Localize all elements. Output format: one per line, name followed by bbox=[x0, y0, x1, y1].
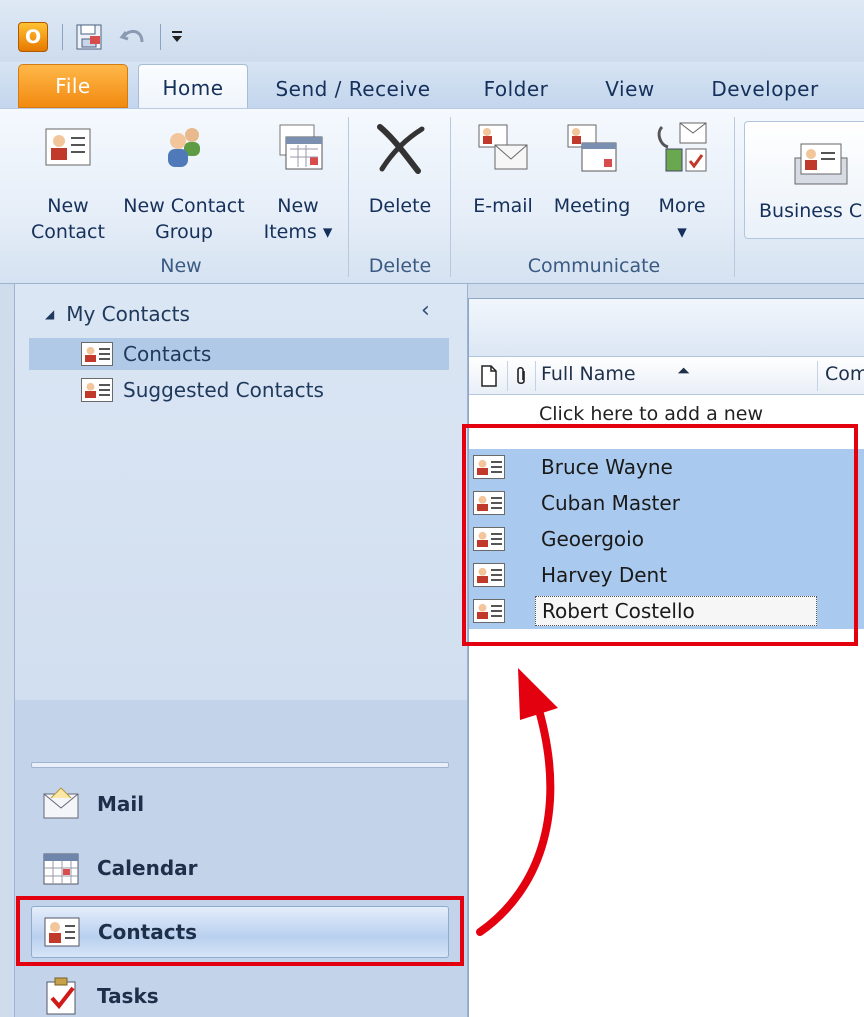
ribbon-separator bbox=[348, 117, 349, 277]
email-label: E-mail bbox=[473, 195, 533, 217]
search-strip[interactable] bbox=[469, 299, 864, 357]
ribbon-separator bbox=[450, 117, 451, 277]
outlook-logo-icon[interactable] bbox=[18, 22, 48, 52]
tab-view[interactable]: View bbox=[590, 70, 670, 108]
save-icon[interactable] bbox=[74, 22, 104, 52]
nav-buttons-area: Mail Calendar Contacts Tasks bbox=[15, 700, 467, 1017]
ribbon-separator bbox=[734, 117, 735, 277]
sort-ascending-icon: ⏶ bbox=[677, 361, 690, 380]
new-contact-button[interactable]: New Contact bbox=[22, 119, 114, 245]
customize-arrow-icon[interactable] bbox=[170, 30, 184, 44]
delete-label: Delete bbox=[368, 195, 432, 217]
attachment-column-icon[interactable] bbox=[513, 365, 529, 387]
column-divider[interactable] bbox=[817, 361, 818, 391]
ribbon: New Contact New Contact Group New Items … bbox=[0, 108, 864, 284]
mail-envelope-icon bbox=[43, 787, 79, 819]
folder-suggested-contacts[interactable]: Suggested Contacts bbox=[29, 374, 449, 406]
my-contacts-header[interactable]: ◢ My Contacts bbox=[45, 302, 190, 326]
column-divider[interactable] bbox=[507, 361, 508, 391]
tasks-clipboard-icon bbox=[46, 977, 76, 1015]
column-divider[interactable] bbox=[535, 361, 536, 391]
quick-access-toolbar bbox=[0, 0, 864, 62]
meeting-icon bbox=[567, 124, 617, 172]
group-new: New Contact New Contact Group New Items … bbox=[14, 109, 348, 285]
nav-mail-label: Mail bbox=[97, 792, 145, 816]
email-button[interactable]: E-mail bbox=[462, 119, 544, 219]
ribbon-tabs: File Home Send / Receive Folder View Dev… bbox=[0, 62, 864, 110]
tab-home[interactable]: Home bbox=[138, 64, 248, 110]
tab-send-receive[interactable]: Send / Receive bbox=[268, 70, 438, 108]
undo-icon[interactable] bbox=[118, 22, 148, 52]
group-delete-label: Delete bbox=[368, 255, 432, 277]
folder-contacts-label: Contacts bbox=[123, 342, 212, 366]
email-icon bbox=[478, 124, 528, 170]
add-new-contact-row[interactable]: Click here to add a new bbox=[539, 403, 763, 425]
nav-splitter[interactable] bbox=[31, 762, 449, 768]
folder-contacts[interactable]: Contacts bbox=[29, 338, 449, 370]
meeting-button[interactable]: Meeting bbox=[546, 119, 638, 219]
calendar-icon bbox=[43, 853, 79, 885]
annotation-arrow-icon bbox=[476, 668, 558, 936]
tab-developer[interactable]: Developer bbox=[700, 70, 830, 108]
contact-card-icon bbox=[81, 342, 113, 366]
new-items-label: New Items ▾ bbox=[263, 195, 333, 243]
more-button[interactable]: More ▾ bbox=[642, 119, 722, 245]
delete-button[interactable]: Delete bbox=[356, 119, 444, 219]
nav-calendar-button[interactable]: Calendar bbox=[31, 842, 449, 894]
contact-card-icon bbox=[81, 378, 113, 402]
nav-calendar-label: Calendar bbox=[97, 856, 198, 880]
contact-group-icon bbox=[168, 128, 200, 167]
business-card-icon bbox=[794, 143, 848, 185]
qat-separator bbox=[62, 24, 63, 50]
tab-folder[interactable]: Folder bbox=[470, 70, 562, 108]
collapse-pane-icon[interactable]: ‹ bbox=[421, 298, 430, 323]
more-label: More ▾ bbox=[658, 195, 706, 243]
group-delete: Delete Delete bbox=[352, 109, 448, 285]
company-column-header[interactable]: Com bbox=[825, 363, 864, 385]
full-name-column-header[interactable]: Full Name bbox=[541, 363, 636, 385]
business-card-label: Business C bbox=[759, 200, 863, 222]
nav-tasks-label: Tasks bbox=[97, 984, 159, 1008]
qat-separator bbox=[160, 24, 161, 50]
nav-tasks-button[interactable]: Tasks bbox=[31, 970, 449, 1017]
my-contacts-label: My Contacts bbox=[66, 302, 190, 326]
new-contact-label: New Contact bbox=[31, 195, 105, 243]
new-items-icon bbox=[279, 124, 323, 170]
business-card-gallery[interactable]: Business C bbox=[744, 121, 864, 239]
column-headers: Full Name ⏶ Com bbox=[469, 357, 864, 395]
group-communicate-label: Communicate bbox=[527, 255, 661, 277]
new-items-button[interactable]: New Items ▾ bbox=[254, 119, 342, 245]
nav-mail-button[interactable]: Mail bbox=[31, 778, 449, 830]
new-contact-group-button[interactable]: New Contact Group bbox=[118, 119, 250, 245]
item-type-column-icon[interactable] bbox=[479, 365, 499, 387]
delete-x-icon bbox=[377, 124, 425, 174]
tab-file[interactable]: File bbox=[18, 64, 128, 108]
annotation-highlight-contacts-list bbox=[462, 424, 858, 646]
group-communicate: E-mail Meeting More ▾ Communicate bbox=[454, 109, 734, 285]
more-communicate-icon bbox=[657, 122, 707, 172]
group-new-label: New bbox=[160, 255, 202, 277]
new-contact-icon bbox=[45, 128, 91, 166]
annotation-highlight-contacts-button bbox=[16, 896, 464, 966]
new-contact-group-label: New Contact Group bbox=[123, 195, 245, 243]
expand-triangle-icon: ◢ bbox=[45, 307, 55, 321]
meeting-label: Meeting bbox=[553, 195, 631, 217]
folder-suggested-contacts-label: Suggested Contacts bbox=[123, 378, 324, 402]
